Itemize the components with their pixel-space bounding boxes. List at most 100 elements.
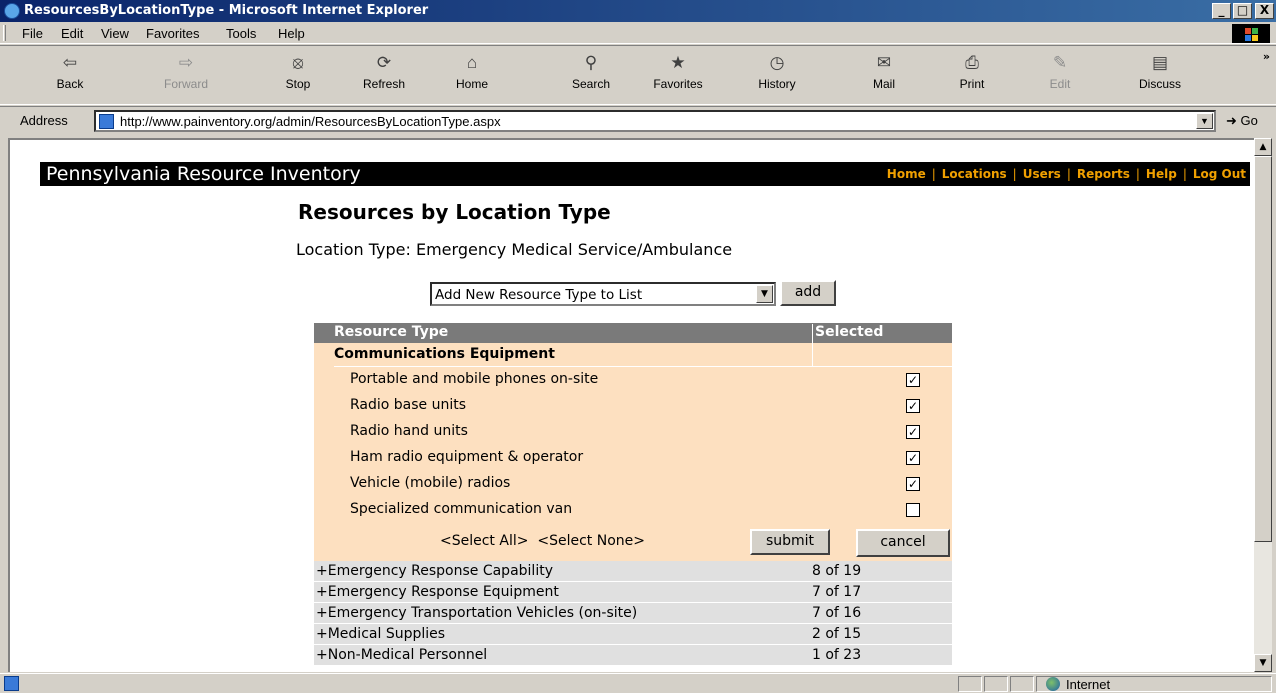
history-button[interactable]: ◷ History (747, 50, 807, 102)
category-count: 7 of 17 (812, 584, 862, 600)
title-bar: ResourcesByLocationType - Microsoft Inte… (0, 0, 1276, 22)
arrow-right-icon: ⇨ (178, 53, 194, 72)
minimize-button[interactable]: _ (1212, 3, 1231, 19)
resource-checkbox[interactable] (906, 503, 920, 517)
mail-icon: ✉ (876, 53, 892, 72)
favorites-button[interactable]: ★ Favorites (648, 50, 708, 102)
discuss-button[interactable]: ▤ Discuss (1130, 50, 1190, 102)
refresh-button[interactable]: ⟳ Refresh (354, 50, 414, 102)
search-icon: ⚲ (584, 53, 598, 72)
collapsed-category-row[interactable]: +Medical Supplies 2 of 15 (314, 624, 952, 645)
grid-header: Resource Type Selected (314, 323, 952, 344)
home-button[interactable]: ⌂ Home (442, 50, 502, 102)
cancel-button[interactable]: cancel (856, 529, 950, 557)
favorites-icon: ★ (670, 53, 686, 72)
resource-label: Ham radio equipment & operator (350, 449, 584, 465)
status-pane (958, 676, 982, 692)
resource-type-select-value: Add New Resource Type to List (435, 287, 643, 303)
nav-separator: | (1012, 167, 1017, 181)
discuss-icon: ▤ (1151, 53, 1169, 72)
site-title: Pennsylvania Resource Inventory (46, 163, 361, 185)
ie-logo-icon (4, 3, 20, 19)
resource-checkbox[interactable]: ✓ (906, 399, 920, 413)
address-label: Address (20, 113, 68, 128)
toolbar-overflow-icon[interactable]: » (1263, 50, 1270, 63)
scroll-thumb[interactable] (1254, 156, 1272, 542)
resource-checkbox[interactable]: ✓ (906, 477, 920, 491)
page-icon (99, 114, 114, 129)
menu-tools[interactable]: Tools (226, 26, 256, 41)
category-label: +Non-Medical Personnel (316, 647, 488, 663)
nav-reports[interactable]: Reports (1077, 167, 1130, 181)
nav-help[interactable]: Help (1146, 167, 1177, 181)
forward-button[interactable]: ⇨ Forward (156, 50, 216, 102)
refresh-icon: ⟳ (376, 53, 392, 72)
nav-locations[interactable]: Locations (942, 167, 1007, 181)
site-nav: Home | Locations | Users | Reports | Help | Log Ou… (887, 167, 1246, 181)
menu-file[interactable]: File (22, 26, 43, 41)
search-button[interactable]: ⚲ Search (561, 50, 621, 102)
resource-type-select[interactable]: Add New Resource Type to List ▼ (430, 282, 776, 306)
arrow-left-icon: ⇦ (62, 53, 78, 72)
select-none-link[interactable]: <Select None> (537, 533, 645, 549)
windows-logo-icon (1232, 24, 1270, 43)
back-button[interactable]: ⇦ Back (40, 50, 100, 102)
category-count: 7 of 16 (812, 605, 862, 621)
resource-label: Vehicle (mobile) radios (350, 475, 511, 491)
resource-checkbox[interactable]: ✓ (906, 373, 920, 387)
mail-button[interactable]: ✉ Mail (854, 50, 914, 102)
selection-links: <Select All> <Select None> (440, 533, 645, 549)
resource-row: Specialized communication van (350, 497, 930, 523)
menu-help[interactable]: Help (278, 26, 305, 41)
vertical-scrollbar[interactable]: ▲ ▼ (1254, 138, 1272, 672)
site-header: Pennsylvania Resource Inventory Home | Loc… (40, 162, 1250, 186)
resource-label: Specialized communication van (350, 501, 573, 517)
chevron-down-icon[interactable]: ▼ (1196, 113, 1213, 129)
maximize-button[interactable]: □ (1233, 3, 1252, 19)
zone-label: Internet (1066, 677, 1111, 692)
category-label: +Emergency Transportation Vehicles (on-s… (316, 605, 638, 621)
column-header-resource-type: Resource Type (334, 324, 449, 340)
globe-icon (1046, 677, 1060, 691)
select-all-link[interactable]: <Select All> (440, 533, 528, 549)
resource-checkbox[interactable]: ✓ (906, 451, 920, 465)
address-url: http://www.painventory.org/admin/Resourc… (120, 114, 501, 129)
menu-grip (3, 25, 6, 41)
submit-button[interactable]: submit (750, 529, 830, 555)
category-selected-cell (812, 343, 952, 367)
category-header: Communications Equipment (334, 343, 952, 367)
scroll-up-icon[interactable]: ▲ (1254, 138, 1272, 156)
edit-button[interactable]: ✎ Edit (1030, 50, 1090, 102)
nav-home[interactable]: Home (887, 167, 926, 181)
collapsed-category-row[interactable]: +Emergency Response Capability 8 of 19 (314, 561, 952, 582)
category-label: +Emergency Response Capability (316, 563, 553, 579)
resource-label: Radio base units (350, 397, 467, 413)
menu-view[interactable]: View (101, 26, 129, 41)
nav-separator: | (1182, 167, 1187, 181)
collapsed-category-row[interactable]: +Emergency Response Equipment 7 of 17 (314, 582, 952, 603)
expanded-category-section: Communications Equipment Portable and mo… (314, 343, 952, 561)
go-button[interactable]: ➜ Go (1226, 113, 1258, 129)
menu-edit[interactable]: Edit (61, 26, 83, 41)
resource-row: Portable and mobile phones on-site ✓ (350, 367, 930, 393)
resource-label: Radio hand units (350, 423, 468, 439)
resource-checkbox[interactable]: ✓ (906, 425, 920, 439)
print-icon: ⎙ (965, 53, 979, 72)
nav-log-out[interactable]: Log Out (1193, 167, 1246, 181)
collapsed-category-row[interactable]: +Emergency Transportation Vehicles (on-s… (314, 603, 952, 624)
chevron-down-icon[interactable]: ▼ (756, 285, 773, 303)
menu-favorites[interactable]: Favorites (146, 26, 199, 41)
address-input[interactable]: http://www.painventory.org/admin/Resourc… (94, 110, 1216, 132)
category-name: Communications Equipment (334, 346, 555, 362)
category-label: +Emergency Response Equipment (316, 584, 559, 600)
close-button[interactable]: X (1255, 3, 1274, 19)
scroll-down-icon[interactable]: ▼ (1254, 654, 1272, 672)
collapsed-category-row[interactable]: +Non-Medical Personnel 1 of 23 (314, 645, 952, 666)
resource-row: Ham radio equipment & operator ✓ (350, 445, 930, 471)
menu-bar: File Edit View Favorites Tools Help (0, 22, 1276, 44)
add-button[interactable]: add (780, 280, 836, 306)
nav-users[interactable]: Users (1023, 167, 1061, 181)
resource-row: Radio hand units ✓ (350, 419, 930, 445)
stop-button[interactable]: ⦻ Stop (268, 50, 328, 102)
print-button[interactable]: ⎙ Print (942, 50, 1002, 102)
